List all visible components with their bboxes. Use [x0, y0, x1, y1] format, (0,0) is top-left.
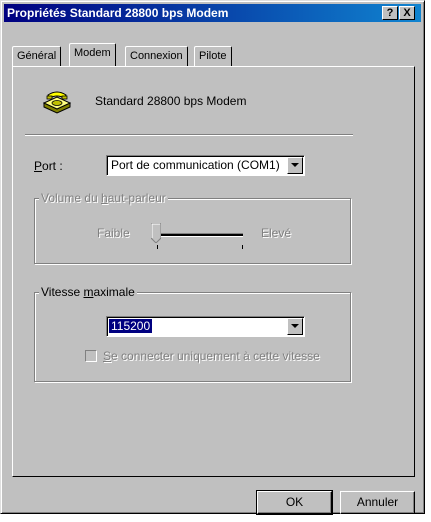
close-button[interactable]: X [399, 6, 415, 20]
modem-properties-window: Propriétés Standard 28800 bps Modem ? X … [0, 0, 425, 515]
max-speed-value: 115200 [109, 319, 153, 333]
tab-pilote[interactable]: Pilote [194, 46, 232, 66]
cancel-button[interactable]: Annuler [340, 491, 415, 514]
volume-slider-thumb[interactable] [150, 222, 162, 244]
max-speed-select[interactable]: 115200 [106, 316, 305, 337]
window-title: Propriétés Standard 28800 bps Modem [7, 6, 229, 20]
tab-panel [12, 66, 415, 477]
connect-only-at-speed-label: Se connecter uniquement à cette vitesse [103, 349, 320, 363]
port-select-value: Port de communication (COM1) [111, 158, 280, 172]
volume-legend-accel: h [101, 191, 108, 205]
speed-legend-accel: m [83, 285, 94, 299]
checkbox-label-accel: S [103, 349, 112, 363]
speed-legend-post: aximale [93, 285, 135, 299]
speed-legend-pre: Vitesse [41, 285, 84, 299]
port-label: Port : [34, 159, 63, 173]
checkbox-label-rest: e connecter uniquement à cette vitesse [111, 349, 320, 363]
volume-legend-pre: Volume du [41, 191, 102, 205]
separator [25, 134, 353, 136]
volume-legend-post: aut-parleur [107, 191, 166, 205]
volume-high-label: Elevé [261, 226, 292, 240]
tab-connexion[interactable]: Connexion [125, 46, 188, 66]
volume-legend: Volume du haut-parleur [39, 191, 168, 205]
volume-low-label: Faible [97, 226, 130, 240]
chevron-down-icon[interactable] [287, 157, 303, 174]
port-label-rest: ort : [42, 159, 63, 173]
telephone-modem-icon [42, 91, 72, 114]
max-speed-group: Vitesse maximale 115200 Se connecter uni… [34, 285, 351, 382]
help-button[interactable]: ? [382, 6, 398, 20]
port-select[interactable]: Port de communication (COM1) [106, 155, 305, 176]
ok-button[interactable]: OK [256, 490, 333, 515]
connect-only-at-speed-checkbox[interactable] [85, 350, 97, 362]
title-bar[interactable]: Propriétés Standard 28800 bps Modem ? X [4, 4, 421, 22]
volume-tick-min [157, 245, 158, 249]
max-speed-legend: Vitesse maximale [39, 285, 137, 299]
modem-name: Standard 28800 bps Modem [95, 94, 247, 108]
chevron-down-icon[interactable] [287, 318, 303, 335]
tab-modem[interactable]: Modem [69, 43, 116, 66]
volume-group: Volume du haut-parleur Faible Elevé [34, 191, 351, 264]
port-label-accel: P [34, 159, 43, 173]
volume-tick-max [242, 245, 243, 249]
tab-general[interactable]: Général [12, 46, 62, 66]
volume-slider-track [157, 233, 243, 237]
